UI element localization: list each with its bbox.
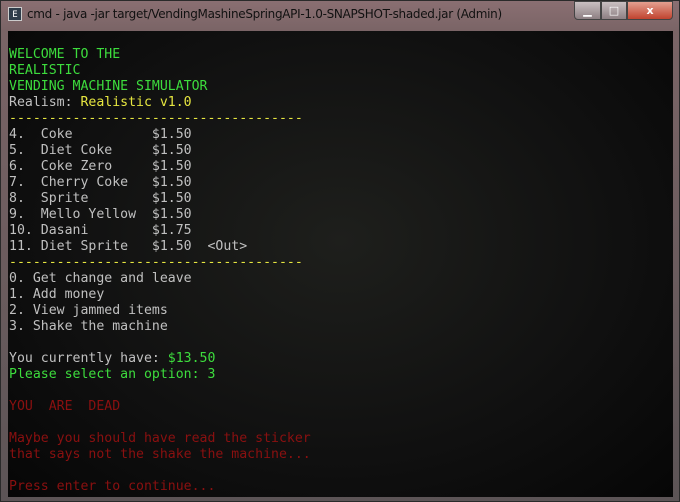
balance-value: $13.50: [167, 351, 216, 366]
dead-message: YOU ARE DEAD: [9, 399, 121, 414]
realism-line: Realism: Realistic v1.0: [9, 95, 192, 111]
option: 3. Shake the machine: [9, 319, 168, 334]
maximize-button[interactable]: □: [601, 1, 627, 20]
header-line: WELCOME TO THE: [9, 47, 121, 62]
window-title: cmd - java -jar target/VendingMashineSpr…: [27, 7, 502, 21]
header-line: VENDING MACHINE SIMULATOR: [9, 79, 208, 94]
prompt-line: Please select an option: 3: [9, 367, 216, 382]
close-button[interactable]: x: [627, 1, 673, 20]
menu-item: 11. Diet Sprite $1.50 <Out>: [9, 239, 248, 254]
message-line: that says not the shake the machine...: [9, 447, 311, 462]
menu-item: 9. Mello Yellow $1.50: [9, 207, 192, 222]
menu-item: 6. Coke Zero $1.50: [9, 159, 192, 174]
console-window: E cmd - java -jar target/VendingMashineS…: [0, 0, 680, 502]
option: 0. Get change and leave: [9, 271, 192, 286]
divider: -------------------------------------: [9, 111, 303, 126]
menu-item: 8. Sprite $1.50: [9, 191, 192, 206]
message-line: Maybe you should have read the sticker: [9, 431, 311, 446]
menu-item: 10. Dasani $1.75: [9, 223, 192, 238]
option: 1. Add money: [9, 287, 105, 302]
menu-item: 7. Cherry Coke $1.50: [9, 175, 192, 190]
balance-line: You currently have: $13.50: [9, 351, 215, 367]
continue-prompt: Press enter to continue...: [9, 479, 216, 494]
realism-label: Realism:: [9, 95, 81, 110]
header-line: REALISTIC: [9, 63, 81, 78]
balance-label: You currently have:: [9, 351, 168, 366]
realism-value: Realistic v1.0: [80, 95, 192, 110]
option: 2. View jammed items: [9, 303, 168, 318]
divider: -------------------------------------: [9, 255, 303, 270]
console-output[interactable]: WELCOME TO THE REALISTIC VENDING MACHINE…: [8, 31, 673, 497]
menu-item: 4. Coke $1.50: [9, 127, 192, 142]
minimize-button[interactable]: ▁: [574, 1, 601, 20]
menu-item: 5. Diet Coke $1.50: [9, 143, 192, 158]
cmd-icon[interactable]: E: [8, 7, 22, 21]
